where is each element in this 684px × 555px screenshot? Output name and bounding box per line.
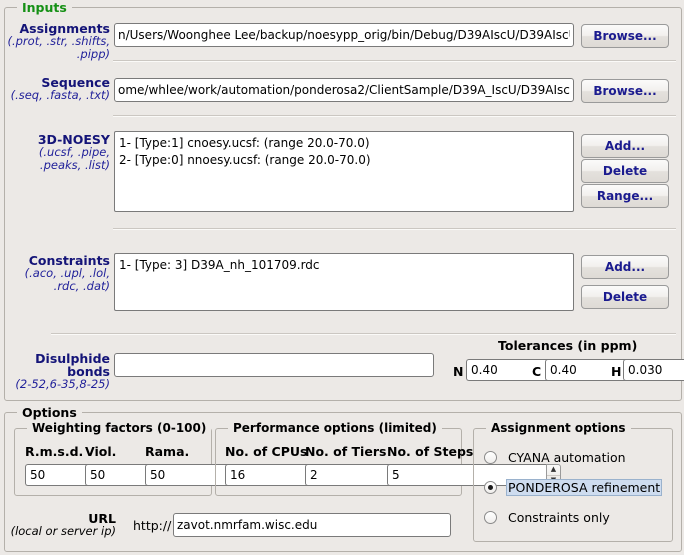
tolerance-n-spinner[interactable]: ▲ ▼ — [466, 359, 640, 381]
steps-spinner[interactable]: ▲ ▼ — [387, 464, 561, 486]
constraints-delete-button[interactable]: Delete — [581, 285, 669, 309]
assignments-label-block: Assignments (.prot, .str, .shifts, .pipp… — [6, 22, 110, 61]
viol-label: Viol. — [85, 444, 117, 459]
weighting-factors-title: Weighting factors (0-100) — [27, 421, 212, 435]
tolerance-n-label: N — [453, 364, 464, 379]
noesy-add-button[interactable]: Add... — [581, 134, 669, 158]
disulphide-extensions: (2-52,6-35,8-25) — [15, 377, 110, 391]
noesy-extensions: (.ucsf, .pipe, .peaks, .list) — [38, 145, 110, 172]
disulphide-label-block: Disulphide bonds (2-52,6-35,8-25) — [6, 352, 110, 391]
rmsd-label: R.m.s.d. — [25, 444, 84, 459]
rama-label: Rama. — [145, 444, 190, 459]
url-input[interactable] — [173, 513, 451, 537]
constraints-separator — [51, 333, 676, 335]
radio-label[interactable]: PONDEROSA refinement — [506, 478, 663, 496]
tolerance-h-spinner[interactable]: ▲ ▼ — [623, 359, 684, 381]
disulphide-bonds-input[interactable] — [114, 353, 434, 377]
rama-spinner[interactable]: ▲ ▼ — [145, 464, 319, 486]
rmsd-spinner[interactable]: ▲ ▼ — [25, 464, 199, 486]
tiers-label: No. of Tiers — [305, 444, 387, 459]
noesy-label-block: 3D-NOESY (.ucsf, .pipe, .peaks, .list) — [6, 133, 110, 172]
list-item[interactable]: 1- [Type: 3] D39A_nh_101709.rdc — [119, 257, 569, 274]
options-group-title: Options — [17, 405, 82, 420]
noesy-list[interactable]: 1- [Type:1] cnoesy.ucsf: (range 20.0-70.… — [114, 131, 574, 212]
cpus-label: No. of CPUs — [225, 444, 308, 459]
list-item[interactable]: 2- [Type:0] nnoesy.ucsf: (range 20.0-70.… — [119, 152, 569, 169]
tiers-spinner[interactable]: ▲ ▼ — [305, 464, 479, 486]
assignments-browse-button[interactable]: Browse... — [581, 24, 669, 48]
assignments-separator — [113, 60, 676, 62]
url-label-block: URL (local or server ip) — [6, 512, 116, 538]
sequence-extensions: (.seq, .fasta, .txt) — [10, 88, 110, 102]
radio-button-icon[interactable] — [484, 480, 497, 494]
steps-label: No. of Steps — [387, 444, 474, 459]
viol-spinner[interactable]: ▲ ▼ — [85, 464, 259, 486]
tolerances-title: Tolerances (in ppm) — [498, 338, 638, 353]
inputs-group-title: Inputs — [17, 0, 72, 15]
assignments-path-input[interactable] — [114, 23, 574, 47]
radio-button-icon[interactable] — [484, 510, 497, 524]
tolerance-c-label: C — [532, 364, 542, 379]
tolerance-h-input[interactable] — [623, 359, 684, 381]
performance-options-title: Performance options (limited) — [228, 421, 442, 435]
url-protocol-prefix: http:// — [133, 518, 172, 533]
sequence-label-block: Sequence (.seq, .fasta, .txt) — [6, 76, 110, 102]
sequence-path-input[interactable] — [114, 78, 574, 102]
sequence-separator — [113, 115, 676, 117]
radio-label[interactable]: Constraints only — [506, 510, 612, 525]
assignment-options-title: Assignment options — [486, 421, 631, 435]
assignments-extensions: (.prot, .str, .shifts, .pipp) — [7, 34, 110, 61]
list-item[interactable]: 1- [Type:1] cnoesy.ucsf: (range 20.0-70.… — [119, 135, 569, 152]
constraints-label-block: Constraints (.aco, .upl, .lol, .rdc, .da… — [6, 254, 110, 293]
cpus-spinner[interactable]: ▲ ▼ — [225, 464, 399, 486]
constraints-add-button[interactable]: Add... — [581, 255, 669, 279]
url-hint: (local or server ip) — [10, 524, 116, 538]
radio-label[interactable]: CYANA automation — [506, 450, 628, 465]
noesy-delete-button[interactable]: Delete — [581, 159, 669, 183]
radio-ponderosa-refinement[interactable]: PONDEROSA refinement — [484, 478, 663, 496]
constraints-extensions: (.aco, .upl, .lol, .rdc, .dat) — [24, 266, 110, 293]
radio-button-icon[interactable] — [484, 450, 497, 464]
noesy-separator — [113, 228, 676, 230]
radio-cyana-automation[interactable]: CYANA automation — [484, 448, 628, 466]
disulphide-label: Disulphide bonds — [35, 351, 110, 379]
constraints-list[interactable]: 1- [Type: 3] D39A_nh_101709.rdc — [114, 253, 574, 311]
noesy-range-button[interactable]: Range... — [581, 184, 669, 208]
radio-constraints-only[interactable]: Constraints only — [484, 508, 612, 526]
tolerance-h-label: H — [611, 364, 622, 379]
sequence-browse-button[interactable]: Browse... — [581, 79, 669, 103]
tolerance-c-spinner[interactable]: ▲ ▼ — [545, 359, 684, 381]
